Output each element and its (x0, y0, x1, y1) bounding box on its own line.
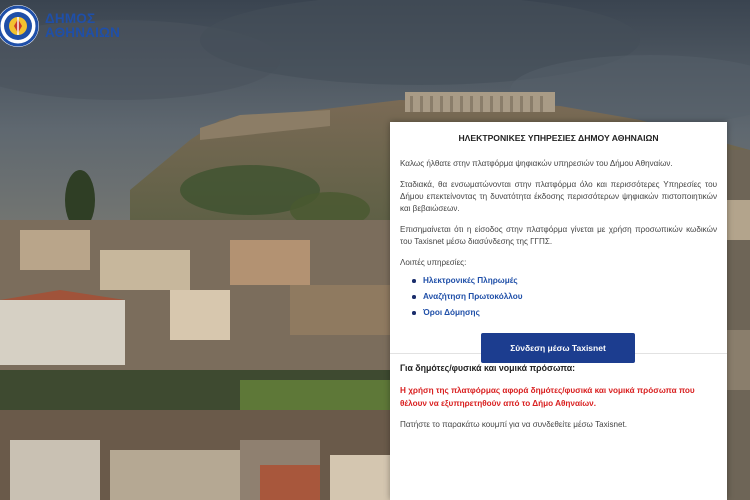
service-link-payments[interactable]: Ηλεκτρονικές Πληρωμές (412, 273, 717, 289)
panel-title: ΗΛΕΚΤΡΟΝΙΚΕΣ ΥΠΗΡΕΣΙΕΣ ΔΗΜΟΥ ΑΘΗΝΑΙΩΝ (458, 133, 659, 143)
athens-seal-icon (0, 5, 39, 47)
citizens-section-title: Για δημότες/φυσικά και νομικά πρόσωπα: (400, 363, 576, 373)
logo-line-1: ΔΗΜΟΣ (45, 11, 96, 26)
logo-line-2: ΑΘΗΝΑΙΩΝ (45, 25, 121, 40)
service-link-building-terms[interactable]: Όροι Δόμησης (412, 305, 717, 321)
service-link-protocol-search[interactable]: Αναζήτηση Πρωτοκόλλου (412, 289, 717, 305)
eligibility-warning: Η χρήση της πλατφόρμας αφορά δημότες/φυσ… (400, 386, 695, 408)
other-services-label: Λοιπές υπηρεσίες: (400, 258, 467, 267)
gradual-services-text: Σταδιακά, θα ενσωματώνονται στην πλατφόρ… (400, 180, 717, 213)
taxisnet-login-button[interactable]: Σύνδεση μέσω Taxisnet (481, 333, 635, 363)
services-panel: ΗΛΕΚΤΡΟΝΙΚΕΣ ΥΠΗΡΕΣΙΕΣ ΔΗΜΟΥ ΑΘΗΝΑΙΩΝ Κα… (390, 122, 727, 500)
municipality-logo[interactable]: ΔΗΜΟΣ ΑΘΗΝΑΙΩΝ (0, 0, 130, 52)
login-note-text: Επισημαίνεται ότι η είσοδος στην πλατφόρ… (400, 225, 717, 246)
services-list: Ηλεκτρονικές Πληρωμές Αναζήτηση Πρωτοκόλ… (412, 273, 717, 321)
logo-text: ΔΗΜΟΣ ΑΘΗΝΑΙΩΝ (45, 12, 120, 40)
welcome-text: Καλως ήλθατε στην πλατφόρμα ψηφιακών υπη… (400, 159, 673, 168)
login-hint: Πατήστε το παρακάτω κουμπί για να συνδεθ… (400, 420, 628, 429)
